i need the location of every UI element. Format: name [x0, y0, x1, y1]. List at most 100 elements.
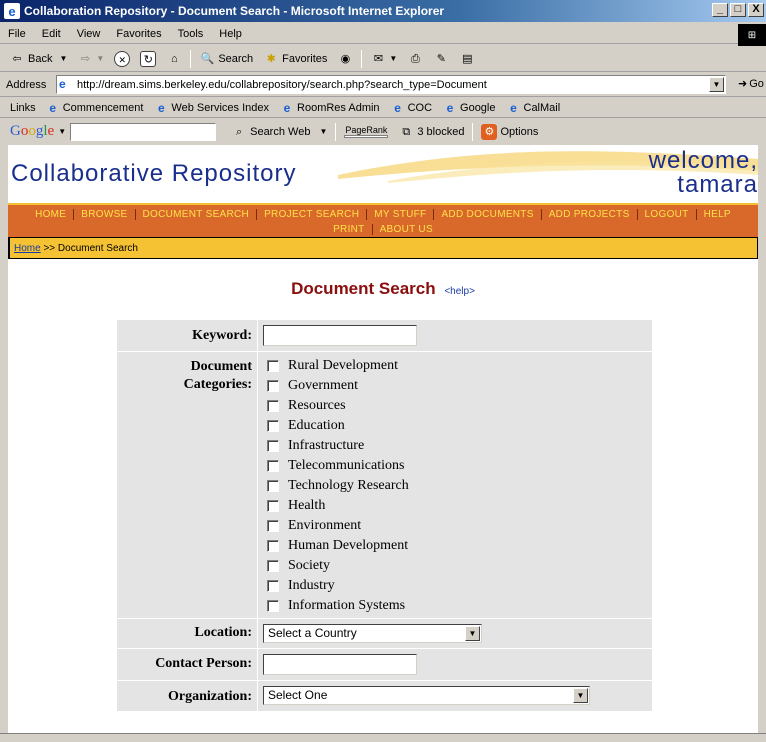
contact-person-input[interactable] [263, 654, 417, 675]
contact-label: Contact Person: [117, 649, 258, 680]
menu-file[interactable]: File [0, 28, 34, 40]
pagerank-indicator[interactable]: PageRank [339, 125, 393, 138]
search-label: Search [218, 52, 254, 65]
links-bar: Links e Commencement e Web Services Index … [0, 98, 766, 118]
mail-icon: ✉ [373, 52, 384, 65]
category-checkbox[interactable] [267, 360, 279, 372]
ie-page-icon: e [510, 100, 517, 115]
category-checkbox[interactable] [267, 460, 279, 472]
favorites-button[interactable]: ✱ Favorites [258, 51, 332, 67]
location-row: Location: Select a Country ▼ [117, 618, 652, 648]
google-options-button[interactable]: ⚙ Options [476, 123, 543, 140]
chevron-down-icon[interactable]: ▼ [96, 54, 104, 63]
nav-logout[interactable]: LOGOUT [636, 209, 696, 220]
menu-help[interactable]: Help [211, 28, 250, 40]
link-web-services-index[interactable]: e Web Services Index [154, 101, 269, 115]
address-input[interactable]: e http://dream.sims.berkeley.edu/collabr… [56, 75, 726, 94]
category-checkbox[interactable] [267, 540, 279, 552]
google-logo[interactable]: Google [10, 123, 54, 140]
category-checkbox[interactable] [267, 380, 279, 392]
edit-button[interactable]: ✎ [428, 51, 454, 67]
category-checkbox[interactable] [267, 500, 279, 512]
category-checkbox[interactable] [267, 440, 279, 452]
close-button[interactable]: X [748, 3, 764, 17]
category-item: Infrastructure [263, 436, 647, 456]
minimize-button[interactable]: _ [712, 3, 728, 17]
menu-edit[interactable]: Edit [34, 28, 69, 40]
organization-select[interactable]: Select One ▼ [263, 686, 590, 705]
category-label: Telecommunications [288, 458, 405, 473]
menu-tools[interactable]: Tools [170, 28, 212, 40]
category-checkbox[interactable] [267, 480, 279, 492]
link-label: COC [407, 101, 433, 114]
google-search-web-button[interactable]: ⌕ Search Web ▼ [226, 124, 332, 140]
category-label: Rural Development [288, 358, 399, 373]
menu-favorites[interactable]: Favorites [108, 28, 169, 40]
category-checkbox[interactable] [267, 600, 279, 612]
nav-print[interactable]: PRINT [326, 224, 372, 235]
back-button[interactable]: ⇦ Back ▼ [4, 51, 72, 67]
stop-button[interactable]: ✕ [109, 50, 135, 67]
maximize-button[interactable]: □ [730, 3, 746, 17]
google-search-input[interactable] [70, 122, 217, 141]
link-roomres-admin[interactable]: e RoomRes Admin [280, 101, 380, 115]
category-checkbox[interactable] [267, 420, 279, 432]
status-bar [0, 733, 766, 742]
forward-button[interactable]: ⇨ ▼ [72, 51, 109, 67]
nav-browse[interactable]: BROWSE [73, 209, 134, 220]
link-commencement[interactable]: e Commencement [46, 101, 144, 115]
category-label: Information Systems [288, 598, 406, 613]
chevron-down-icon[interactable]: ▼ [58, 127, 66, 136]
go-button[interactable]: ➜ Go [738, 77, 764, 91]
search-button[interactable]: 🔍 Search [194, 51, 258, 67]
categories-row: Document Categories: Rural Development G… [117, 351, 652, 618]
category-item: Environment [263, 516, 647, 536]
category-checkbox[interactable] [267, 580, 279, 592]
chevron-down-icon[interactable]: ▼ [319, 127, 327, 136]
menu-bar: File Edit View Favorites Tools Help [0, 24, 766, 44]
link-label: Commencement [62, 101, 144, 114]
nav-about-us[interactable]: ABOUT US [371, 224, 440, 235]
chevron-down-icon[interactable]: ▼ [573, 688, 588, 703]
mail-button[interactable]: ✉ ▼ [365, 51, 402, 67]
toolbar-separator [335, 122, 337, 141]
breadcrumb-current: >> Document Search [40, 242, 138, 254]
popup-blocker-button[interactable]: ⧉ 3 blocked [393, 124, 469, 140]
nav-add-documents[interactable]: ADD DOCUMENTS [433, 209, 540, 220]
nav-my-stuff[interactable]: MY STUFF [366, 209, 433, 220]
toolbar-separator [361, 49, 363, 68]
refresh-button[interactable]: ↻ [135, 50, 161, 67]
chevron-down-icon[interactable]: ▼ [59, 54, 67, 63]
category-checkbox[interactable] [267, 400, 279, 412]
category-list: Rural Development Government Resources E… [258, 352, 652, 618]
chevron-down-icon[interactable]: ▼ [465, 626, 480, 641]
chevron-down-icon[interactable]: ▼ [389, 54, 397, 63]
home-button[interactable]: ⌂ [161, 51, 187, 67]
print-button[interactable]: ⎙ [402, 51, 428, 67]
nav-add-projects[interactable]: ADD PROJECTS [540, 209, 637, 220]
menu-view[interactable]: View [69, 28, 109, 40]
search-web-label: Search Web [250, 125, 311, 138]
category-checkbox[interactable] [267, 560, 279, 572]
link-coc[interactable]: e COC [391, 101, 432, 115]
address-bar: Address e http://dream.sims.berkeley.edu… [0, 73, 766, 97]
link-label: Web Services Index [171, 101, 270, 114]
location-select[interactable]: Select a Country ▼ [263, 624, 482, 643]
breadcrumb-home-link[interactable]: Home [14, 243, 41, 254]
edit-icon: ✎ [436, 52, 446, 65]
keyword-input[interactable] [263, 325, 417, 346]
nav-project-search[interactable]: PROJECT SEARCH [256, 209, 366, 220]
address-dropdown-arrow-icon[interactable]: ▼ [709, 77, 724, 92]
link-google[interactable]: e Google [443, 101, 496, 115]
links-label: Links [10, 101, 36, 114]
nav-home[interactable]: HOME [28, 209, 73, 220]
vertical-scrollbar[interactable] [758, 145, 766, 733]
link-calmail[interactable]: e CalMail [507, 100, 560, 115]
category-checkbox[interactable] [267, 520, 279, 532]
help-link[interactable]: <help> [444, 286, 475, 297]
nav-document-search[interactable]: DOCUMENT SEARCH [134, 209, 257, 220]
go-arrow-icon: ➜ [738, 78, 748, 90]
nav-help[interactable]: HELP [695, 209, 738, 220]
media-button[interactable]: ◉ [332, 51, 358, 67]
discuss-button[interactable]: ▤ [454, 51, 480, 67]
